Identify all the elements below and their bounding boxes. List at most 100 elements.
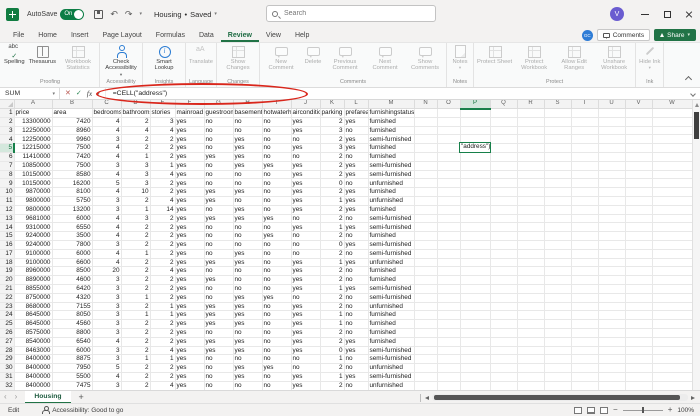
cell[interactable]: 3 [92,293,121,302]
cell[interactable]: no [291,232,320,241]
cell[interactable] [571,214,598,223]
row-header-31[interactable]: 31 [0,372,14,381]
cell[interactable]: 12250000 [14,135,52,144]
cell[interactable]: yes [175,179,204,188]
cell[interactable]: 2 [150,214,175,223]
cell[interactable]: no [204,144,233,153]
cell[interactable] [414,364,437,373]
cell[interactable] [544,346,571,355]
cell[interactable] [517,179,544,188]
cell[interactable] [460,188,490,197]
cell[interactable] [571,328,598,337]
cell[interactable] [490,276,517,285]
name-box-dropdown-icon[interactable]: ▾ [52,91,55,97]
cell[interactable]: 4320 [52,293,92,302]
cell[interactable]: yes [204,337,233,346]
cell[interactable]: 9800000 [14,205,52,214]
cell[interactable] [414,205,437,214]
cell[interactable] [571,144,598,153]
cell[interactable]: 1 [320,196,344,205]
cell[interactable]: yes [175,364,204,373]
tab-help[interactable]: Help [288,30,316,42]
cell[interactable] [652,152,692,161]
cell[interactable]: 8680000 [14,302,52,311]
cell[interactable] [652,188,692,197]
cell[interactable]: 9681000 [14,214,52,223]
cell[interactable]: 7420 [52,152,92,161]
cell[interactable]: 1 [320,355,344,364]
cell[interactable] [652,196,692,205]
cell[interactable] [517,223,544,232]
cell[interactable]: yes [233,302,262,311]
cell[interactable] [544,302,571,311]
cell[interactable] [414,346,437,355]
cell[interactable]: yes [262,161,291,170]
cell[interactable] [652,170,692,179]
cell[interactable]: 13200 [52,205,92,214]
next-sheet-icon[interactable]: › [11,392,22,402]
cell[interactable] [571,337,598,346]
cell[interactable] [544,135,571,144]
cell[interactable]: 4560 [52,320,92,329]
cell[interactable]: 3 [92,320,121,329]
cell[interactable]: furnished [368,311,414,320]
cell[interactable] [437,372,460,381]
cell[interactable] [517,355,544,364]
cell[interactable]: semi-furnished [368,161,414,170]
column-header-u[interactable]: U [598,100,625,109]
cell[interactable]: no [204,381,233,390]
cell[interactable] [490,267,517,276]
cell[interactable]: yes [344,284,368,293]
cell[interactable]: 8890000 [14,276,52,285]
cell[interactable] [517,205,544,214]
cell[interactable]: yes [262,232,291,241]
cell[interactable]: no [262,188,291,197]
cell[interactable] [460,267,490,276]
scroll-right-icon[interactable] [691,396,695,400]
column-header-l[interactable]: L [344,100,368,109]
cell[interactable]: furnished [368,320,414,329]
spelling-button[interactable]: Spelling [2,44,27,65]
cell[interactable]: 5500 [52,372,92,381]
cell[interactable] [544,311,571,320]
cell[interactable] [544,109,571,118]
cell[interactable]: 2 [150,223,175,232]
cell[interactable]: 1 [320,284,344,293]
cell[interactable]: 6000 [52,346,92,355]
cell[interactable]: 3 [92,135,121,144]
cell[interactable] [571,109,598,118]
cell[interactable]: 4 [92,152,121,161]
cell[interactable]: 2 [320,170,344,179]
cell[interactable]: 2 [150,372,175,381]
cell[interactable]: 9870000 [14,188,52,197]
cell[interactable]: yes [291,196,320,205]
cell[interactable]: semi-furnished [368,284,414,293]
cell[interactable]: yes [175,223,204,232]
cell[interactable]: 4 [92,223,121,232]
horizontal-scrollbar-thumb[interactable] [434,395,680,400]
cell[interactable] [517,328,544,337]
cell[interactable]: semi-furnished [368,240,414,249]
cell[interactable]: yes [344,258,368,267]
cell[interactable]: 16200 [52,179,92,188]
cell[interactable] [490,320,517,329]
cell[interactable] [571,372,598,381]
row-header-5[interactable]: 5 [0,144,14,153]
cell[interactable] [571,117,598,126]
cell[interactable]: 1 [150,311,175,320]
cell[interactable] [490,152,517,161]
cell[interactable]: 12250000 [14,126,52,135]
cell[interactable] [652,249,692,258]
cell[interactable] [652,109,692,118]
cell[interactable] [437,179,460,188]
cell[interactable]: 3 [320,144,344,153]
horizontal-scrollbar-track[interactable] [432,394,688,401]
cell[interactable] [571,302,598,311]
cell[interactable] [490,381,517,390]
cell[interactable]: 7475 [52,381,92,390]
cell[interactable] [625,117,652,126]
select-all-corner[interactable] [0,100,14,109]
cell[interactable] [517,293,544,302]
cell[interactable] [460,346,490,355]
cell[interactable] [571,284,598,293]
